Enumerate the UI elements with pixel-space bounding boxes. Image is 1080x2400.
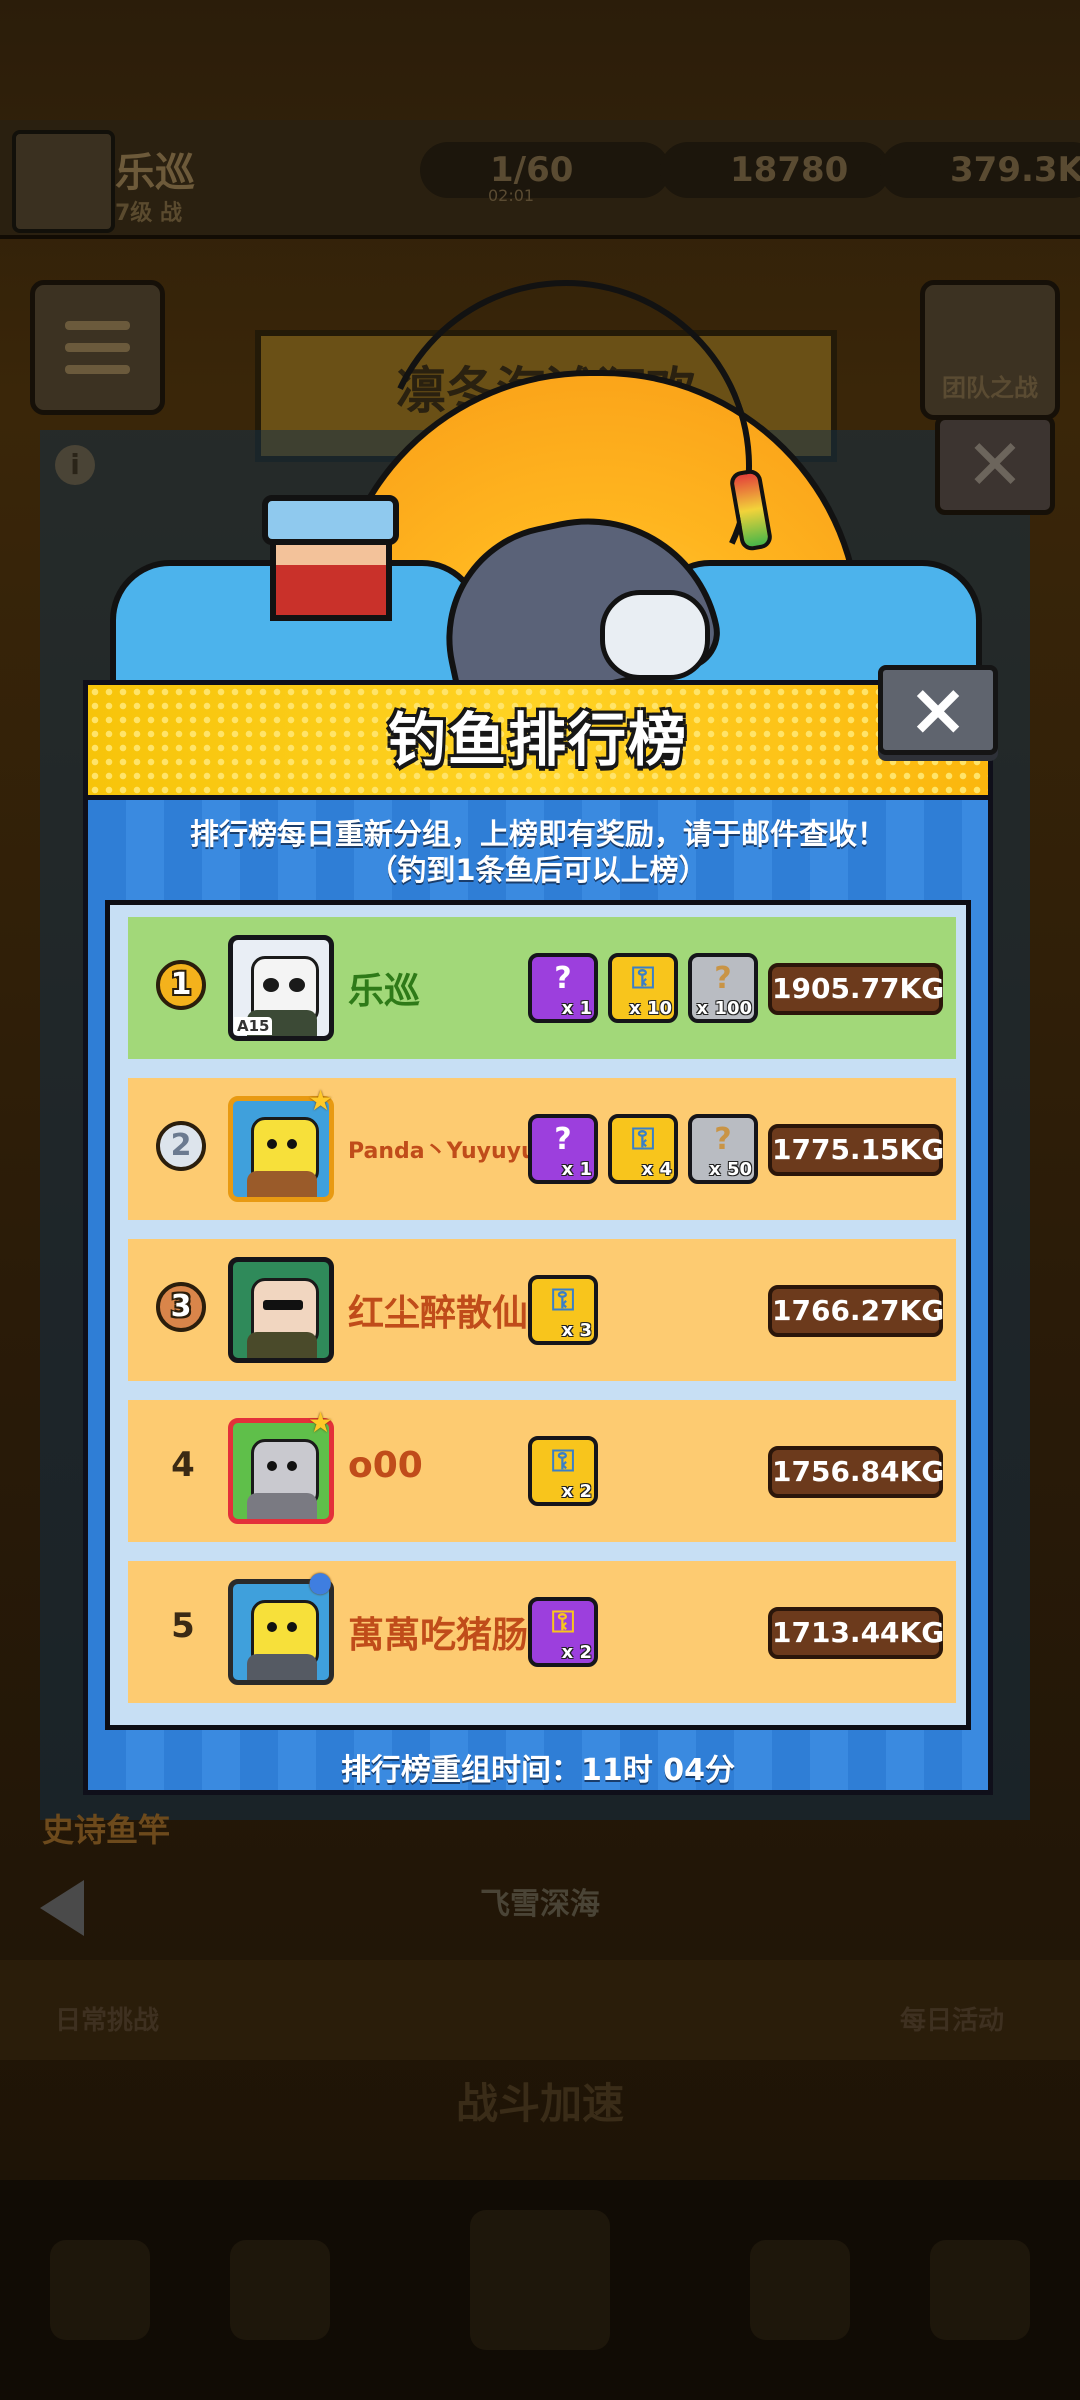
fishing-leaderboard-modal: 钓鱼排行榜 排行榜每日重新分组，上榜即有奖励，请于邮件查收！ （钓到1条鱼后可以…: [83, 665, 998, 1795]
notice-line-2: （钓到1条鱼后可以上榜）: [368, 853, 708, 887]
reset-timer: 排行榜重组时间：11时 04分: [341, 1753, 735, 1788]
nav-guild-icon: [930, 2240, 1030, 2340]
fish-coin-value: 18780: [730, 150, 849, 190]
gold-medal-icon: 1: [156, 960, 206, 1010]
modal-body: 排行榜每日重新分组，上榜即有奖励，请于邮件查收！ （钓到1条鱼后可以上榜） 1 …: [83, 795, 993, 1795]
close-button[interactable]: ×: [878, 665, 998, 755]
energy-value: 1/60: [490, 150, 574, 190]
player-level: 7级 战: [115, 201, 182, 226]
purple-chest-icon[interactable]: ? x 1: [528, 953, 598, 1023]
key-icon[interactable]: ⚿ x 10: [608, 953, 678, 1023]
player-name: Panda丶Yuyuyu: [348, 1139, 537, 1164]
catch-weight: 1775.15KG: [768, 1124, 944, 1176]
key-icon[interactable]: ⚿ x 3: [528, 1275, 598, 1345]
player-name: 红尘醉散仙: [348, 1293, 529, 1334]
player-name: 乐巡: [348, 971, 421, 1012]
fish-coin-counter: 18780: [660, 142, 890, 198]
gold-coin-value: 379.3K: [950, 150, 1080, 190]
fisherman-mask-illustration: [270, 565, 392, 621]
nav-gear-icon: [750, 2240, 850, 2340]
shark-belly-illustration: [600, 590, 710, 680]
modal-title: 钓鱼排行榜: [387, 706, 688, 774]
battle-boost-label: 战斗加速: [455, 2079, 624, 2128]
catch-weight: 1766.27KG: [768, 1285, 944, 1337]
catch-weight: 1713.44KG: [768, 1607, 944, 1659]
catch-weight: 1756.84KG: [768, 1446, 944, 1498]
old-man-avatar-icon[interactable]: [228, 1257, 334, 1363]
info-icon: i: [55, 445, 95, 485]
menu-icon: [30, 280, 165, 415]
leaderboard-notice: 排行榜每日重新分组，上榜即有奖励，请于邮件查收！ （钓到1条鱼后可以上榜）: [88, 816, 988, 888]
notice-line-1: 排行榜每日重新分组，上榜即有奖励，请于邮件查收！: [189, 817, 886, 851]
back-arrow-icon: [40, 1880, 84, 1936]
gold-coin-counter: 379.3K: [880, 142, 1080, 198]
purple-key-icon[interactable]: ⚿ x 2: [528, 1597, 598, 1667]
epic-rod-label: 史诗鱼竿: [42, 1811, 171, 1849]
region-label: 飞雪深海: [480, 1887, 600, 1922]
leaderboard-row[interactable]: 3 红尘醉散仙 ⚿ x 3 1766.27KG: [128, 1239, 956, 1381]
nav-battle-icon: [470, 2210, 610, 2350]
leaderboard-row[interactable]: 1 A15 乐巡 ? x 1 ⚿ x 10 ? x 100 1905.77KG: [128, 917, 956, 1059]
mystery-box-icon[interactable]: ? x 50: [688, 1114, 758, 1184]
avatar-level-badge: A15: [234, 1017, 273, 1035]
leaderboard-list[interactable]: 1 A15 乐巡 ? x 1 ⚿ x 10 ? x 100 1905.77KG 2: [105, 900, 971, 1730]
energy-counter: 1/60: [420, 142, 670, 198]
rank-number: 4: [171, 1445, 195, 1485]
purple-chest-icon[interactable]: ? x 1: [528, 1114, 598, 1184]
rank-number: 5: [171, 1606, 195, 1646]
team-battle-label: 团队之战: [942, 374, 1038, 402]
nav-shop-icon: [50, 2240, 150, 2340]
player-name: 乐巡: [115, 150, 195, 196]
leaderboard-row[interactable]: 4 ★ o00 ⚿ x 2 1756.84KG: [128, 1400, 956, 1542]
bronze-medal-icon: 3: [156, 1282, 206, 1332]
player-name: o00: [348, 1445, 423, 1486]
leaderboard-row[interactable]: 2 ★ Panda丶Yuyuyu ? x 1 ⚿ x 4 ? x 50 1775.15…: [128, 1078, 956, 1220]
nav-character-icon: [230, 2240, 330, 2340]
silver-medal-icon: 2: [156, 1121, 206, 1171]
leaderboard-row[interactable]: 5 ● 萬萬吃猪肠碌 ⚿ x 2 1713.44KG: [128, 1561, 956, 1703]
daily-challenge-label: 日常挑战: [55, 2006, 160, 2036]
daily-activity-label: 每日活动: [900, 2006, 1005, 2036]
key-icon[interactable]: ⚿ x 4: [608, 1114, 678, 1184]
panda-avatar-icon[interactable]: A15: [228, 935, 334, 1041]
fisherman-goggles-illustration: [262, 495, 399, 545]
star-icon: ★: [308, 1406, 334, 1439]
mystery-box-icon[interactable]: ? x 100: [688, 953, 758, 1023]
bubble-icon: ●: [308, 1565, 333, 1598]
star-icon: ★: [308, 1084, 334, 1117]
key-icon[interactable]: ⚿ x 2: [528, 1436, 598, 1506]
catch-weight: 1905.77KG: [768, 963, 944, 1015]
energy-timer: 02:01: [488, 186, 535, 205]
player-avatar-icon: [12, 130, 115, 233]
background-close-icon: ✕: [935, 415, 1055, 515]
